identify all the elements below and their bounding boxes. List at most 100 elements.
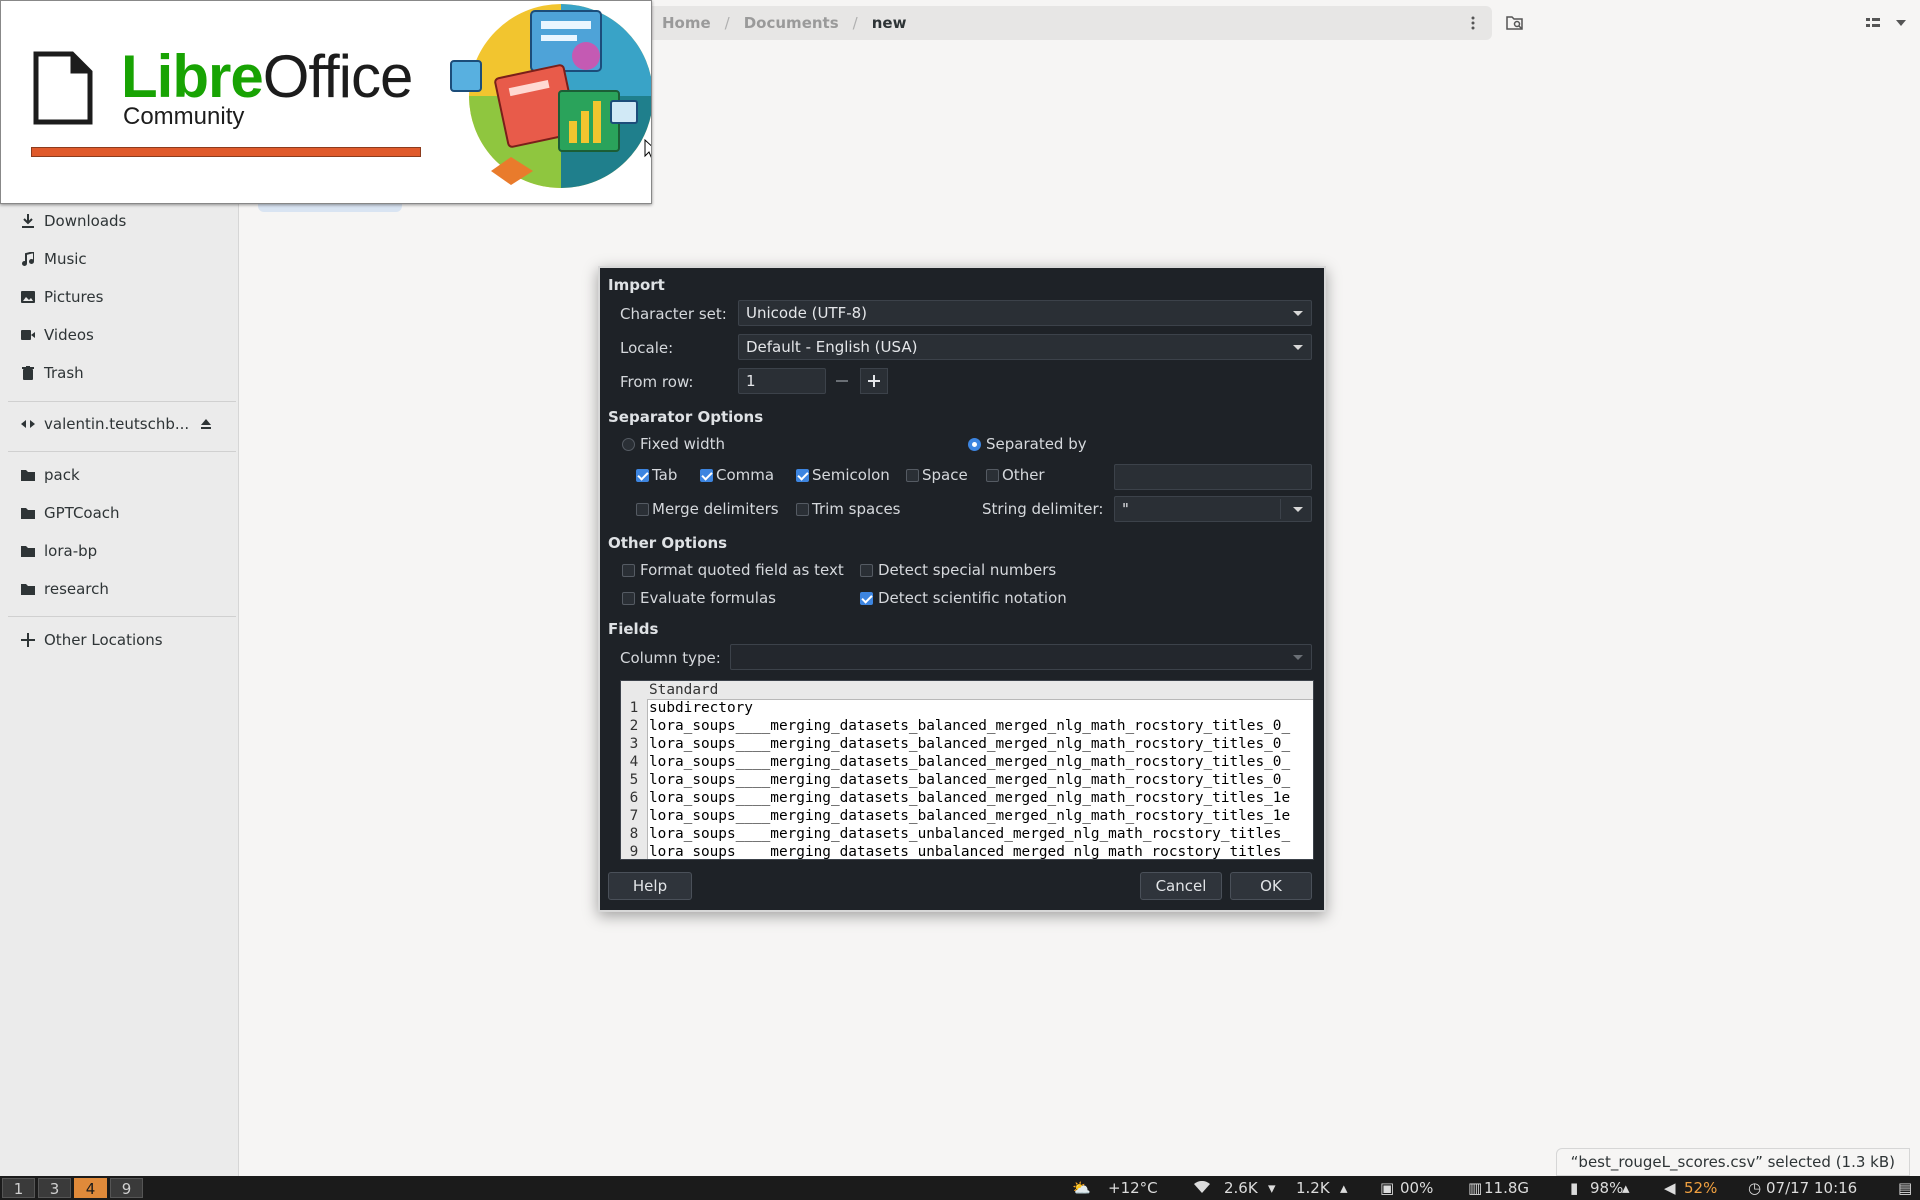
preview-row[interactable]: 6 lora_soups____merging_datasets_balanced… xyxy=(621,789,1313,807)
sidebar-separator xyxy=(8,401,236,402)
evaluate-formulas-checkbox[interactable] xyxy=(622,592,635,605)
datetime[interactable]: 07/17 10:16 xyxy=(1766,1176,1857,1200)
preview-row-number: 3 xyxy=(621,735,648,753)
preview-row[interactable]: 9 lora_soups____merging_datasets_unbalanc… xyxy=(621,843,1313,860)
detect-scientific-notation-checkbox[interactable] xyxy=(860,592,873,605)
separated-by-radio[interactable] xyxy=(968,438,981,451)
sidebar-item-pictures[interactable]: Pictures xyxy=(0,279,238,315)
sidebar-item-label: valentin.teutschb... xyxy=(44,415,190,433)
view-list-icon[interactable] xyxy=(1862,12,1884,34)
path-bar[interactable]: Home / Documents / new xyxy=(640,6,1492,40)
preview-cell: lora_soups____merging_datasets_balanced_… xyxy=(649,736,1291,752)
workspace-button[interactable]: 9 xyxy=(110,1178,143,1198)
pictures-icon xyxy=(20,289,36,305)
trim-spaces-checkbox[interactable] xyxy=(796,503,809,516)
sidebar-item-trash[interactable]: Trash xyxy=(0,355,238,391)
preview-row[interactable]: 3 lora_soups____merging_datasets_balanced… xyxy=(621,735,1313,753)
chevron-down-icon xyxy=(1293,345,1303,350)
arrow-up-icon: ▴ xyxy=(1622,1179,1630,1197)
locale-select[interactable]: Default - English (USA) xyxy=(738,334,1312,360)
other-label: Other xyxy=(1002,466,1045,484)
other-separator-input[interactable] xyxy=(1114,464,1312,490)
from-row-input[interactable]: 1 xyxy=(738,368,826,394)
sidebar-item-videos[interactable]: Videos xyxy=(0,317,238,353)
sidebar-item-lora-bp[interactable]: lora-bp xyxy=(0,533,238,569)
preview-row[interactable]: 5 lora_soups____merging_datasets_balanced… xyxy=(621,771,1313,789)
preview-row-number: 4 xyxy=(621,753,648,771)
preview-cell: lora_soups____merging_datasets_balanced_… xyxy=(649,772,1291,788)
preview-row[interactable]: 1 subdirectory xyxy=(621,699,1313,717)
breadcrumb-separator: / xyxy=(724,14,730,32)
notification-icon[interactable]: ▤ xyxy=(1898,1176,1912,1200)
chevron-down-icon xyxy=(1293,655,1303,660)
plus-icon[interactable] xyxy=(860,368,888,394)
cpu-usage: 00% xyxy=(1400,1179,1434,1197)
comma-label: Comma xyxy=(716,466,775,484)
preview-row[interactable]: 2 lora_soups____merging_datasets_balanced… xyxy=(621,717,1313,735)
breadcrumb-documents[interactable]: Documents xyxy=(744,14,839,32)
other-checkbox[interactable] xyxy=(986,469,999,482)
fixed-width-label: Fixed width xyxy=(640,435,725,453)
more-options-icon[interactable] xyxy=(1462,12,1484,34)
format-quoted-checkbox[interactable] xyxy=(622,564,635,577)
folder-icon xyxy=(20,505,36,521)
minus-icon[interactable] xyxy=(828,368,856,394)
workspace-button[interactable]: 1 xyxy=(2,1178,35,1198)
evaluate-formulas-label: Evaluate formulas xyxy=(640,589,776,607)
fixed-width-radio[interactable] xyxy=(622,438,635,451)
help-button[interactable]: Help xyxy=(608,872,692,900)
preview-row-number: 2 xyxy=(621,717,648,735)
preview-header-row: Standard xyxy=(621,681,1313,700)
sidebar-item-music[interactable]: Music xyxy=(0,241,238,277)
semicolon-checkbox[interactable] xyxy=(796,469,809,482)
chevron-down-icon[interactable] xyxy=(1890,12,1912,34)
sidebar-item-network-drive[interactable]: valentin.teutschb... xyxy=(0,406,238,442)
sidebar-separator xyxy=(8,451,236,452)
detect-special-numbers-checkbox[interactable] xyxy=(860,564,873,577)
preview-cell: lora_soups____merging_datasets_balanced_… xyxy=(649,790,1291,806)
sidebar-item-label: Downloads xyxy=(44,212,127,230)
sidebar-item-pack[interactable]: pack xyxy=(0,457,238,493)
sidebar-item-other-locations[interactable]: Other Locations xyxy=(0,622,238,658)
preview-row[interactable]: 7 lora_soups____merging_datasets_balanced… xyxy=(621,807,1313,825)
volume-level[interactable]: 52% xyxy=(1684,1176,1717,1200)
preview-row[interactable]: 8 lora_soups____merging_datasets_unbalanc… xyxy=(621,825,1313,843)
breadcrumb-home[interactable]: Home xyxy=(662,14,711,32)
section-other-options: Other Options xyxy=(608,534,728,552)
sidebar-item-downloads[interactable]: Downloads xyxy=(0,203,238,239)
column-type-select[interactable] xyxy=(730,644,1312,670)
sidebar-item-gptcoach[interactable]: GPTCoach xyxy=(0,495,238,531)
preview-column-header[interactable]: Standard xyxy=(649,681,718,699)
network-share-icon xyxy=(20,416,36,432)
merge-delimiters-checkbox[interactable] xyxy=(636,503,649,516)
cancel-button[interactable]: Cancel xyxy=(1140,872,1222,900)
space-checkbox[interactable] xyxy=(906,469,919,482)
breadcrumb-new[interactable]: new xyxy=(872,14,907,32)
cpu-icon: ▣ xyxy=(1380,1179,1395,1197)
download-icon xyxy=(20,213,36,229)
net-down: 2.6K xyxy=(1224,1179,1258,1197)
battery-icon: ▮ xyxy=(1570,1179,1579,1197)
workspace-button[interactable]: 3 xyxy=(38,1178,71,1198)
eject-icon[interactable] xyxy=(200,416,214,430)
column-type-label: Column type: xyxy=(620,649,721,667)
ok-button[interactable]: OK xyxy=(1230,872,1312,900)
mouse-cursor-icon xyxy=(644,139,651,158)
separated-by-label: Separated by xyxy=(986,435,1087,453)
preview-row-number: 6 xyxy=(621,789,648,807)
tab-checkbox[interactable] xyxy=(636,469,649,482)
volume-icon: ◀ xyxy=(1664,1179,1676,1197)
string-delimiter-select[interactable]: " xyxy=(1114,496,1312,522)
merge-delimiters-label: Merge delimiters xyxy=(652,500,779,518)
comma-checkbox[interactable] xyxy=(700,469,713,482)
charset-select[interactable]: Unicode (UTF-8) xyxy=(738,300,1312,326)
preview-cell: lora_soups____merging_datasets_unbalance… xyxy=(649,844,1291,860)
workspace-button-active[interactable]: 4 xyxy=(74,1178,107,1198)
arrow-up-icon: ▴ xyxy=(1340,1179,1348,1197)
combo-divider xyxy=(1280,499,1281,519)
sidebar-item-research[interactable]: research xyxy=(0,571,238,607)
preview-row[interactable]: 4 lora_soups____merging_datasets_balanced… xyxy=(621,753,1313,771)
import-preview-table[interactable]: Standard 1 subdirectory 2 lora_soups____mer… xyxy=(620,680,1314,860)
section-import-title: Import xyxy=(608,276,665,294)
search-folder-icon[interactable] xyxy=(1504,12,1526,34)
